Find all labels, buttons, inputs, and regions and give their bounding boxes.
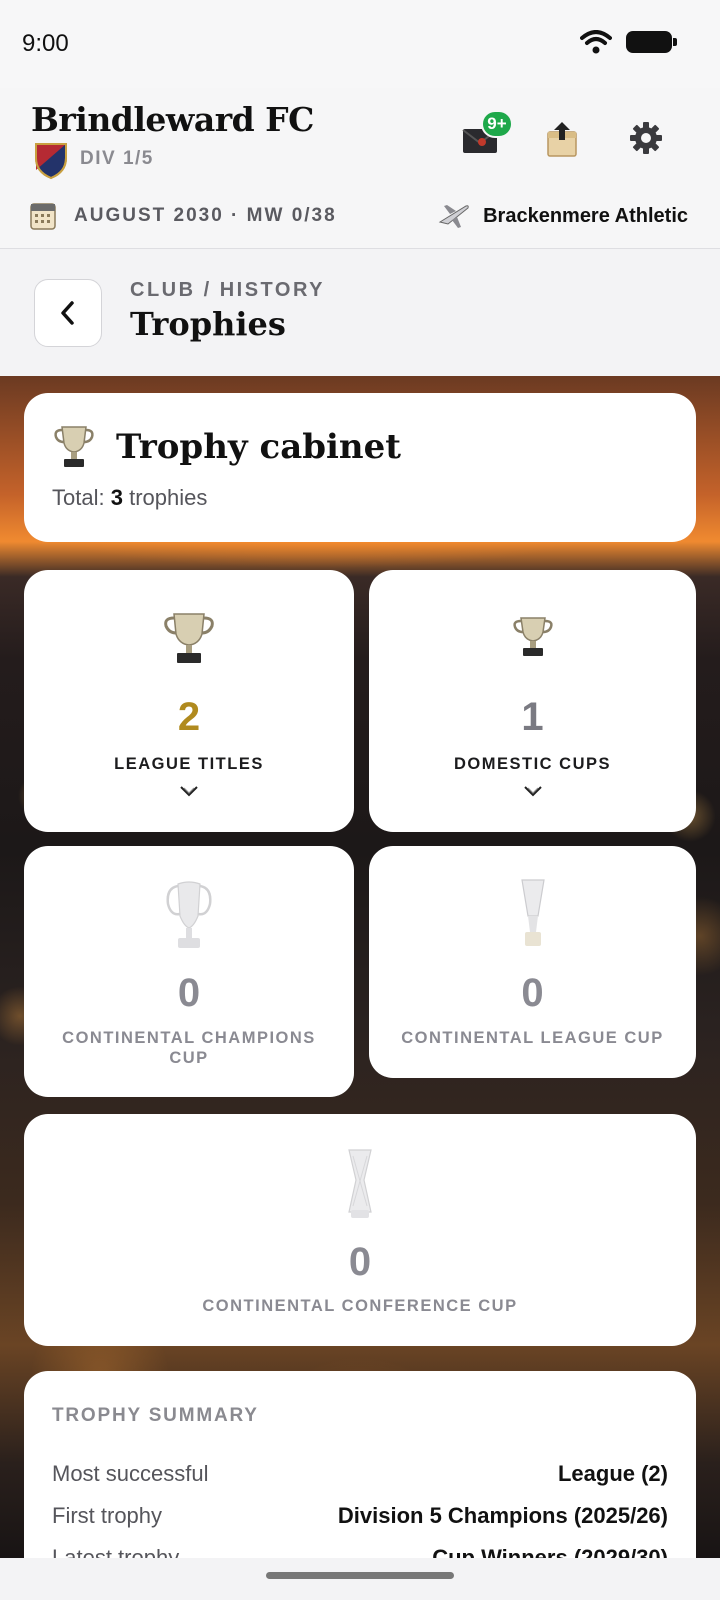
domestic-cups-card[interactable]: 1 DOMESTIC CUPS bbox=[369, 570, 696, 832]
league-titles-card[interactable]: 2 LEAGUE TITLES bbox=[24, 570, 354, 832]
conference-trophy-icon bbox=[348, 1149, 372, 1218]
tall-cup-trophy-icon bbox=[520, 879, 545, 946]
season-date: AUGUST 2030 · MW 0/38 bbox=[74, 205, 337, 226]
champions-cup-label: CONTINENTAL CHAMPIONS CUP bbox=[62, 1029, 316, 1067]
summary-key: Most successful bbox=[52, 1461, 209, 1486]
page-title: Trophies bbox=[130, 305, 286, 343]
chevron-down-icon[interactable] bbox=[178, 784, 200, 800]
back-button[interactable] bbox=[34, 279, 102, 347]
mail-badge: 9+ bbox=[481, 110, 513, 138]
cabinet-title: Trophy cabinet bbox=[116, 427, 401, 467]
club-name: Brindleward FC bbox=[31, 100, 314, 139]
wifi-icon bbox=[580, 30, 612, 54]
league-trophy-icon bbox=[164, 613, 214, 663]
page-header: CLUB / HISTORY Trophies bbox=[0, 249, 720, 375]
domestic-cups-count: 1 bbox=[521, 695, 544, 739]
conference-cup-count: 0 bbox=[348, 1240, 372, 1284]
cup-trophy-icon bbox=[512, 617, 553, 656]
calendar-icon bbox=[30, 203, 56, 230]
breadcrumb: CLUB / HISTORY bbox=[130, 279, 326, 301]
trophy-icon bbox=[54, 426, 94, 467]
summary-row: First trophy Division 5 Champions (2025/… bbox=[52, 1503, 668, 1533]
summary-key: First trophy bbox=[52, 1503, 163, 1528]
status-icons bbox=[580, 30, 677, 54]
champions-cup-count: 0 bbox=[177, 971, 201, 1015]
big-ears-trophy-icon bbox=[166, 881, 212, 948]
system-nav-bar bbox=[0, 1558, 720, 1600]
summary-value: League (2) bbox=[557, 1461, 668, 1486]
total-prefix: Total: bbox=[52, 485, 105, 510]
status-time: 9:00 bbox=[22, 30, 69, 57]
cabinet-total: Total: 3 trophies bbox=[52, 485, 207, 511]
summary-title: TROPHY SUMMARY bbox=[52, 1405, 259, 1426]
summary-row: Most successful League (2) bbox=[52, 1461, 668, 1491]
conference-cup-label: CONTINENTAL CONFERENCE CUP bbox=[202, 1297, 518, 1315]
date-row: AUGUST 2030 · MW 0/38 Brackenmere Athlet… bbox=[0, 196, 720, 240]
next-opponent[interactable]: Brackenmere Athletic bbox=[483, 205, 688, 228]
chevron-down-icon[interactable] bbox=[522, 784, 544, 800]
division-label: DIV 1/5 bbox=[80, 148, 154, 169]
total-suffix: trophies bbox=[129, 485, 208, 510]
league-titles-label: LEAGUE TITLES bbox=[114, 755, 264, 773]
chevron-left-icon bbox=[61, 301, 74, 325]
league-cup-card: 0 CONTINENTAL LEAGUE CUP bbox=[369, 846, 696, 1078]
total-count: 3 bbox=[110, 485, 123, 510]
status-bar: 9:00 bbox=[0, 0, 720, 88]
champions-cup-card: 0 CONTINENTAL CHAMPIONS CUP bbox=[24, 846, 354, 1097]
battery-icon bbox=[626, 31, 677, 53]
settings-button[interactable] bbox=[624, 116, 668, 160]
domestic-cups-label: DOMESTIC CUPS bbox=[453, 755, 611, 773]
league-titles-count: 2 bbox=[177, 695, 201, 739]
box-upload-icon bbox=[547, 122, 577, 157]
gear-icon bbox=[630, 122, 662, 154]
summary-value: Division 5 Champions (2025/26) bbox=[337, 1503, 668, 1528]
conference-cup-card: 0 CONTINENTAL CONFERENCE CUP bbox=[24, 1114, 696, 1346]
club-header: Brindleward FC DIV 1/5 9+ AUGUST 2030 · … bbox=[0, 88, 720, 249]
upload-button[interactable] bbox=[540, 116, 584, 160]
trophy-cabinet-card: Trophy cabinet Total: 3 trophies bbox=[24, 393, 696, 542]
league-cup-count: 0 bbox=[521, 971, 544, 1015]
home-indicator[interactable] bbox=[266, 1572, 454, 1579]
airplane-icon bbox=[438, 205, 469, 228]
club-crest-icon bbox=[35, 143, 67, 180]
league-cup-label: CONTINENTAL LEAGUE CUP bbox=[401, 1029, 664, 1047]
